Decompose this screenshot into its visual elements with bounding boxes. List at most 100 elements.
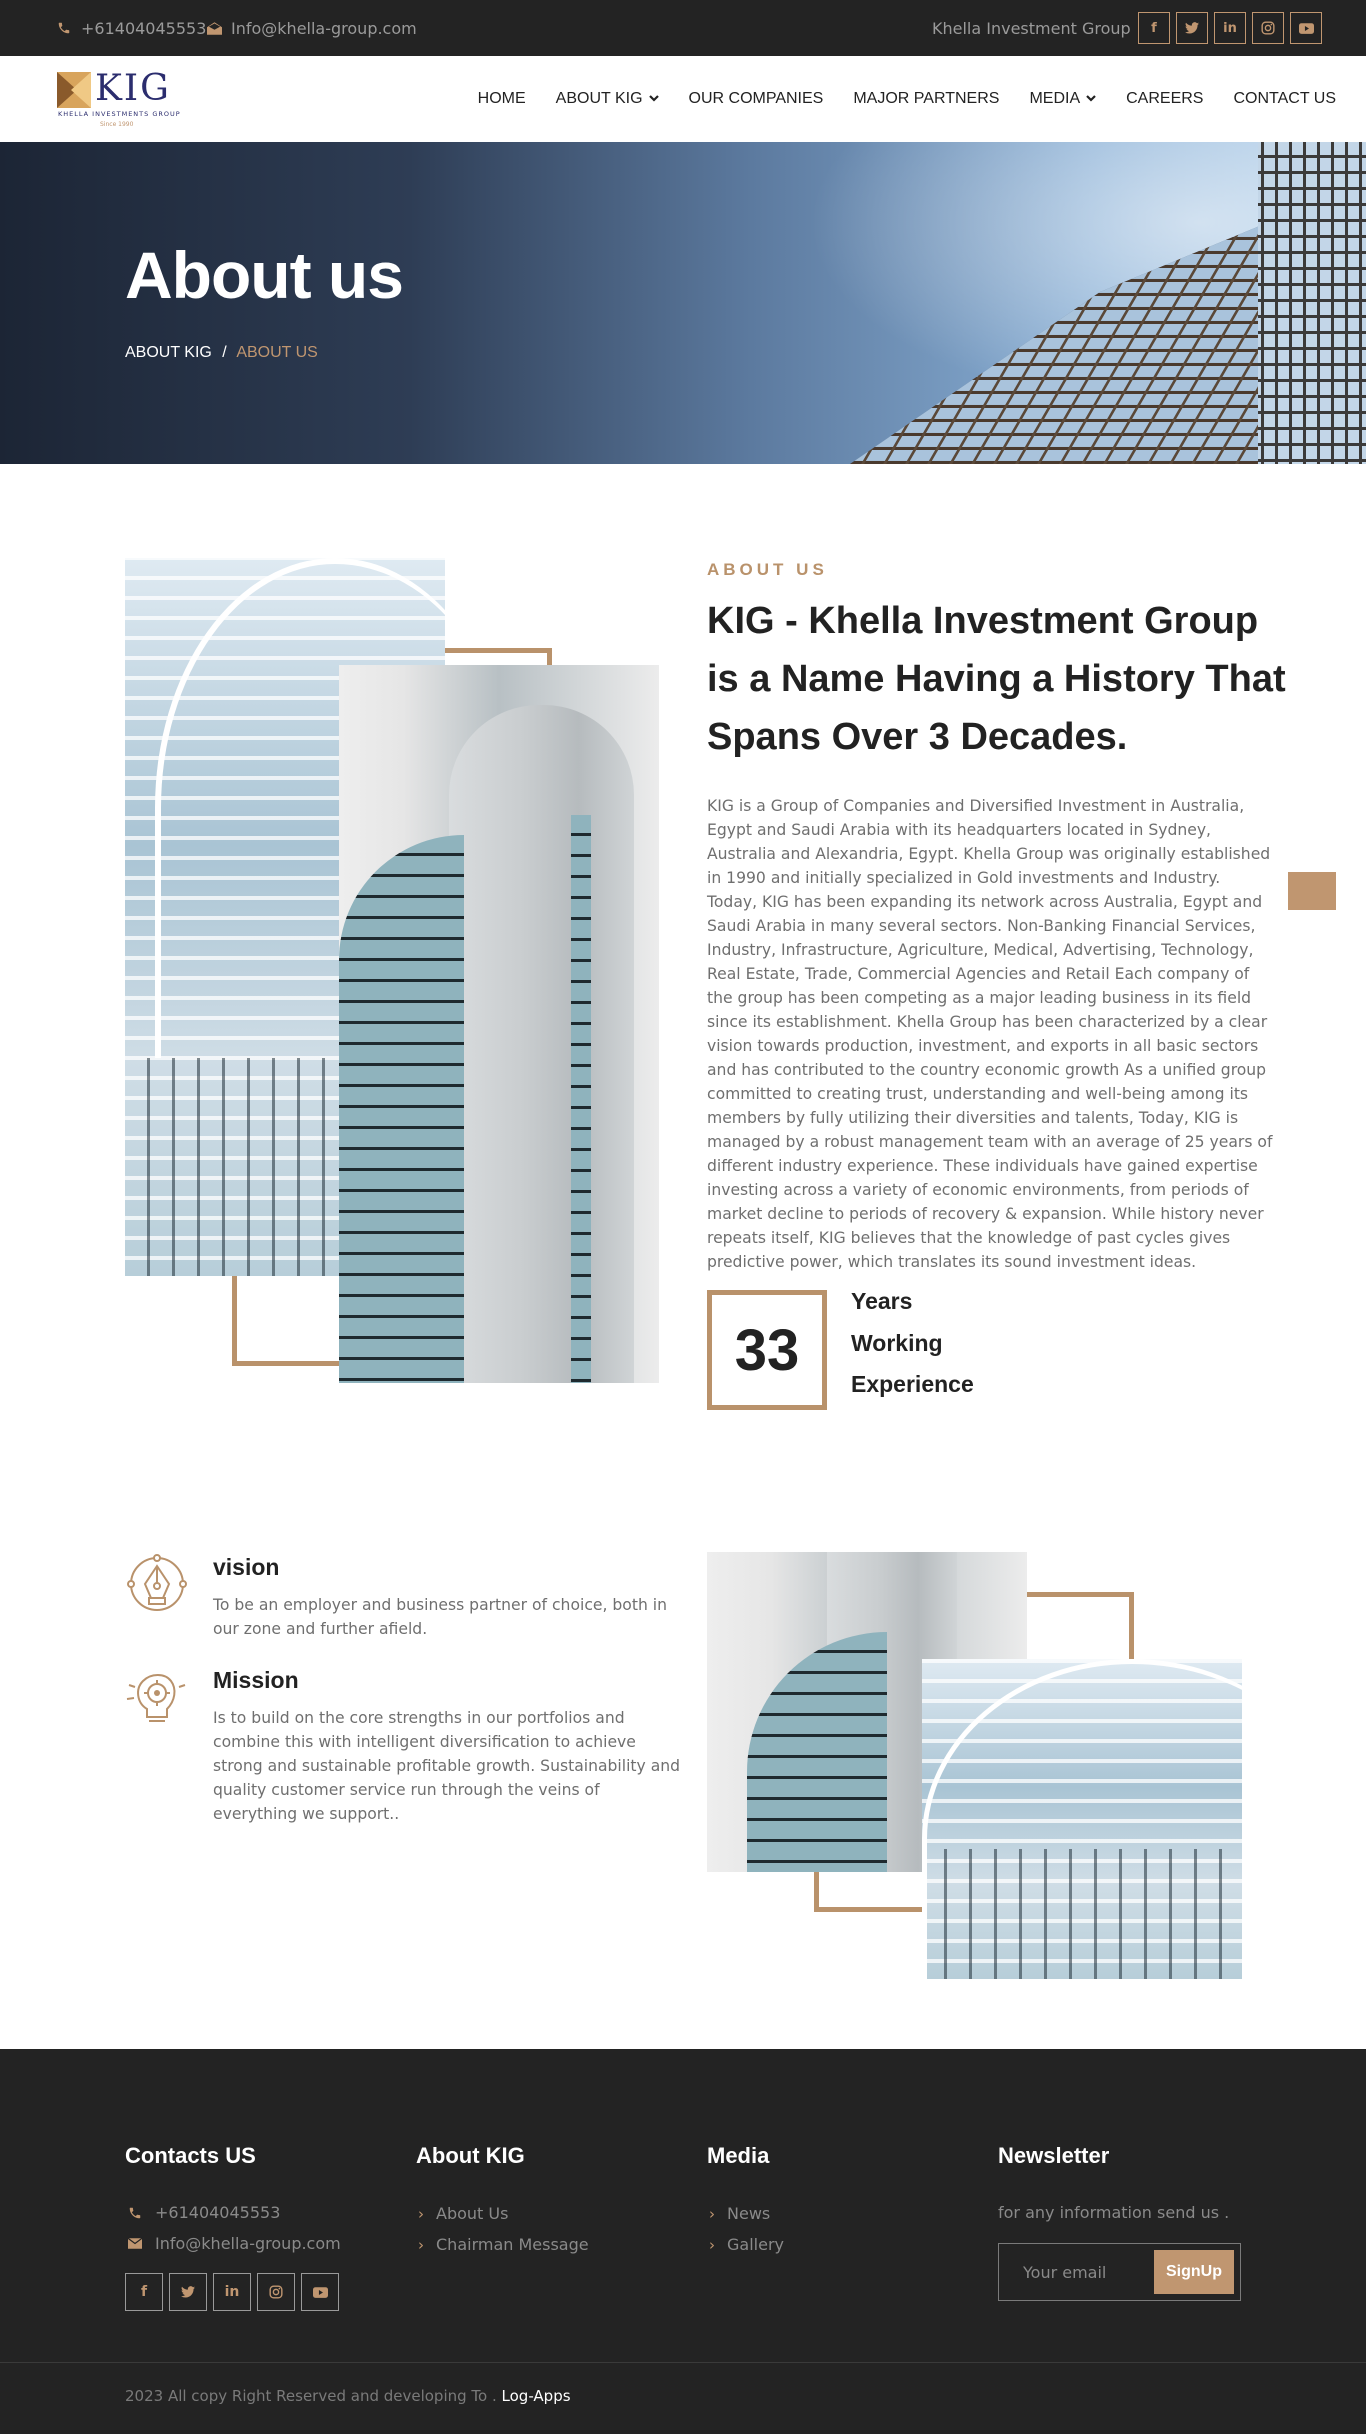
newsletter-form: SignUp <box>998 2243 1241 2301</box>
footer-phone[interactable]: +61404045553 <box>125 2203 280 2222</box>
breadcrumb-parent[interactable]: ABOUT KIG <box>125 344 212 361</box>
topbar-phone[interactable]: +61404045553 <box>55 0 206 56</box>
footer-link-label: News <box>727 2204 771 2223</box>
nav-major-partners[interactable]: MAJOR PARTNERS <box>853 90 999 108</box>
mission-text-line: combine this with intelligent diversific… <box>213 1733 636 1751</box>
nav-home[interactable]: HOME <box>478 90 526 108</box>
developer-link[interactable]: Log-Apps <box>502 2387 571 2405</box>
twitter-icon[interactable] <box>169 2273 207 2311</box>
hero-banner: About us ABOUT KIG / ABOUT US <box>0 142 1366 464</box>
about-paragraph-line: Industry, Infrastructure, Agriculture, M… <box>707 941 1254 959</box>
breadcrumb-current: ABOUT US <box>236 344 318 361</box>
footer-about-title: About KIG <box>416 2143 525 2168</box>
chevron-down-icon <box>648 95 659 102</box>
signup-button[interactable]: SignUp <box>1154 2250 1234 2294</box>
experience-label-years: Years <box>851 1288 913 1314</box>
glass-curtain <box>747 1632 887 1872</box>
mission-text-line: strong and sustainable profitable growth… <box>213 1757 681 1775</box>
footer-media-title: Media <box>707 2143 770 2168</box>
about-paragraph-line: vision towards production, investment, a… <box>707 1037 1259 1055</box>
about-paragraph-line: investing across a variety of economic e… <box>707 1181 1249 1199</box>
envelope-icon <box>125 2238 145 2249</box>
topbar-phone-text: +61404045553 <box>81 18 207 38</box>
vision-title: vision <box>213 1554 280 1580</box>
side-floating-tab[interactable] <box>1288 872 1336 910</box>
about-paragraph-line: Today, KIG has been expanding its networ… <box>707 893 1263 911</box>
nav-media-label: MEDIA <box>1029 90 1081 107</box>
footer-newsletter-title: Newsletter <box>998 2143 1110 2168</box>
instagram-icon[interactable] <box>257 2273 295 2311</box>
experience-label-working: Working <box>851 1330 943 1356</box>
footer-divider <box>0 2362 1366 2363</box>
glass-curtain <box>339 835 464 1383</box>
experience-badge: 33 <box>707 1290 827 1410</box>
nav-careers[interactable]: CAREERS <box>1126 90 1203 108</box>
about-paragraph-line: KIG is a Group of Companies and Diversif… <box>707 797 1245 815</box>
youtube-icon[interactable] <box>301 2273 339 2311</box>
footer-link-label: Chairman Message <box>436 2235 589 2254</box>
nav-our-companies[interactable]: OUR COMPANIES <box>689 90 824 108</box>
nav-media[interactable]: MEDIA <box>1029 90 1096 108</box>
youtube-icon[interactable] <box>1290 12 1322 44</box>
about-paragraph-line: since its establishment. Khella Group ha… <box>707 1013 1268 1031</box>
nav-about-kig[interactable]: ABOUT KIG <box>556 90 659 108</box>
footer-link-gallery[interactable]: › Gallery <box>707 2235 784 2254</box>
about-paragraph-line: and has contributed to the country econo… <box>707 1061 1267 1079</box>
nav-home-label: HOME <box>477 90 526 107</box>
about-heading-line: is a Name Having a History That <box>707 658 1286 700</box>
vision-text-line: To be an employer and business partner o… <box>213 1596 668 1614</box>
breadcrumb-separator: / <box>222 344 227 361</box>
nav-companies-label: OUR COMPANIES <box>688 90 824 107</box>
linkedin-icon[interactable]: in <box>1214 12 1246 44</box>
lower-facade <box>922 1849 1242 1979</box>
nav-partners-label: MAJOR PARTNERS <box>853 90 1000 107</box>
about-paragraph: KIG is a Group of Companies and Diversif… <box>707 794 1307 1274</box>
about-paragraph-line: in 1990 and initially specialized in Gol… <box>707 869 1221 887</box>
experience-label-experience: Experience <box>851 1371 974 1397</box>
footer-email[interactable]: Info@khella-group.com <box>125 2234 341 2253</box>
instagram-icon[interactable] <box>1252 12 1284 44</box>
about-heading: KIG - Khella Investment Group is a Name … <box>707 592 1286 766</box>
newsletter-email-input[interactable] <box>999 2244 1149 2300</box>
about-paragraph-line: Saudi Arabia in many several sectors. No… <box>707 917 1256 935</box>
facebook-icon[interactable]: f <box>125 2273 163 2311</box>
chevron-right-icon: › <box>418 2235 424 2254</box>
about-paragraph-line: repeats itself, KIG believes that the kn… <box>707 1229 1231 1247</box>
pen-nib-icon <box>125 1552 189 1616</box>
kig-logo[interactable]: KIG KHELLA INVESTMENTS GROUP Since 1990 <box>55 66 195 130</box>
mission-title: Mission <box>213 1667 299 1693</box>
linkedin-icon[interactable]: in <box>213 2273 251 2311</box>
twitter-icon[interactable] <box>1176 12 1208 44</box>
mission-text-line: everything we support.. <box>213 1805 400 1823</box>
logo-mark-icon <box>57 72 91 108</box>
footer-link-label: About Us <box>436 2204 509 2223</box>
footer-link-news[interactable]: › News <box>707 2204 770 2223</box>
topbar-email[interactable]: Info@khella-group.com <box>205 0 417 56</box>
nav-contact-us[interactable]: CONTACT US <box>1233 90 1336 108</box>
copyright-text: 2023 All copy Right Reserved and develop… <box>125 2387 571 2405</box>
phone-icon <box>125 2206 145 2220</box>
footer-phone-text: +61404045553 <box>155 2203 281 2222</box>
vm-building-image-2 <box>922 1659 1242 1979</box>
footer-contacts-title: Contacts US <box>125 2143 256 2168</box>
about-building-image-2 <box>339 665 659 1383</box>
about-paragraph-line: the group has been competing as a major … <box>707 989 1252 1007</box>
footer-link-about-us[interactable]: › About Us <box>416 2204 508 2223</box>
topbar-email-text: Info@khella-group.com <box>231 18 417 38</box>
phone-icon <box>55 19 73 37</box>
main-header: KIG KHELLA INVESTMENTS GROUP Since 1990 … <box>0 56 1366 142</box>
about-paragraph-line: managed by a robust management team with… <box>707 1133 1273 1151</box>
nav-contact-label: CONTACT US <box>1233 90 1336 107</box>
envelope-icon <box>205 19 223 37</box>
tower-shape <box>449 705 634 1383</box>
copyright-label: 2023 All copy Right Reserved and develop… <box>125 2387 497 2405</box>
about-paragraph-line: Egypt and Saudi Arabia with its headquar… <box>707 821 1212 839</box>
facebook-icon[interactable]: f <box>1138 12 1170 44</box>
footer-link-chairman-message[interactable]: › Chairman Message <box>416 2235 589 2254</box>
breadcrumb: ABOUT KIG / ABOUT US <box>125 344 318 362</box>
footer-link-label: Gallery <box>727 2235 784 2254</box>
footer-email-text: Info@khella-group.com <box>155 2234 341 2253</box>
mission-text: Is to build on the core strengths in our… <box>213 1706 683 1826</box>
newsletter-description: for any information send us . <box>998 2203 1230 2222</box>
skyscraper-image <box>850 142 1366 464</box>
